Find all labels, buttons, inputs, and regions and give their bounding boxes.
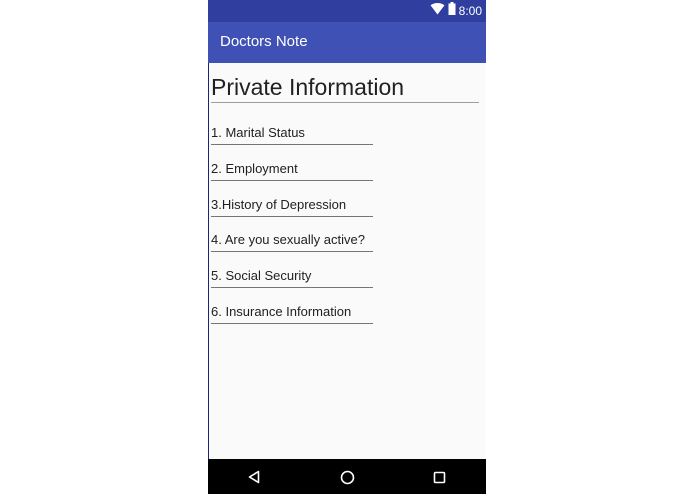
home-icon[interactable] — [338, 468, 356, 486]
status-icons: 8:00 — [430, 2, 482, 20]
navigation-bar — [208, 459, 486, 494]
recents-icon[interactable] — [430, 468, 448, 486]
main-content: Private Information 1. Marital Status 2.… — [208, 63, 486, 459]
list-item-sexually-active[interactable]: 4. Are you sexually active? — [211, 230, 373, 253]
phone-frame: 8:00 Doctors Note Private Information 1.… — [208, 0, 486, 494]
list-item-depression-history[interactable]: 3.History of Depression — [211, 195, 373, 217]
status-time: 8:00 — [458, 4, 482, 18]
battery-icon — [448, 2, 456, 20]
list-item-social-security[interactable]: 5. Social Security — [211, 266, 373, 289]
back-icon[interactable] — [245, 468, 263, 486]
list-item-employment[interactable]: 2. Employment — [211, 159, 373, 181]
list-item-marital-status[interactable]: 1. Marital Status — [211, 123, 373, 145]
info-list: 1. Marital Status 2. Employment 3.Histor… — [211, 123, 481, 338]
wifi-icon — [430, 2, 445, 20]
screen: 8:00 Doctors Note Private Information 1.… — [0, 0, 695, 494]
list-item-insurance[interactable]: 6. Insurance Information — [211, 302, 373, 324]
app-bar: Doctors Note — [208, 22, 486, 63]
status-bar: 8:00 — [208, 0, 486, 22]
app-title: Doctors Note — [220, 33, 308, 50]
page-title: Private Information — [211, 73, 479, 103]
